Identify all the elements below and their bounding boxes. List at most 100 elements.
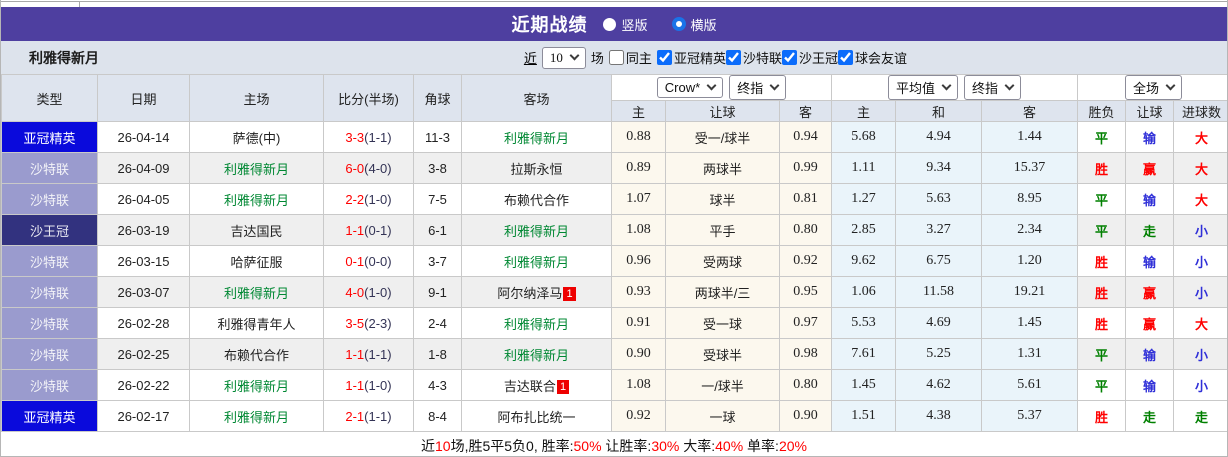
asia-away-odds: 0.80	[778, 214, 833, 246]
europe-away-odds: 2.34	[981, 214, 1079, 246]
asia-handicap: 球半	[665, 183, 780, 215]
near-link[interactable]: 近	[524, 48, 537, 67]
chevron-down-icon	[569, 50, 580, 61]
league-type-cell: 沙特联	[1, 183, 98, 215]
europe-home-odds: 1.51	[831, 400, 897, 432]
league-filter-checkbox[interactable]	[656, 50, 672, 65]
handicap-result-cell: 走	[1125, 214, 1175, 246]
half-time-score: (1-1)	[364, 408, 392, 424]
asia-away-odds: 0.92	[778, 245, 833, 277]
sub-header-asia-away: 客	[778, 100, 833, 122]
asia-bookmaker-select[interactable]: Crow*	[656, 77, 724, 98]
goals-result-cell: 走	[1173, 400, 1227, 432]
goals-result-cell: 小	[1173, 338, 1227, 370]
goals-result-cell: 小	[1173, 214, 1227, 246]
sub-header-result: 胜负	[1077, 100, 1127, 122]
corners-cell: 8-4	[413, 400, 462, 432]
top-divider-tick	[79, 1, 80, 7]
league-filter-checkbox[interactable]	[725, 50, 741, 65]
league-type-cell: 沙特联	[1, 307, 98, 339]
asia-stage-select[interactable]: 终指	[729, 75, 787, 100]
result-cell: 平	[1077, 121, 1127, 153]
chevron-down-icon	[706, 80, 717, 91]
asia-away-odds: 0.90	[778, 400, 833, 432]
away-team: 阿布扎比统一	[461, 400, 612, 432]
europe-draw-odds: 4.94	[895, 121, 983, 153]
asia-home-odds: 0.90	[611, 338, 666, 370]
match-date: 26-02-28	[97, 307, 190, 339]
home-team: 吉达国民	[189, 214, 324, 246]
league-type-cell: 沙特联	[1, 152, 98, 184]
europe-home-odds: 1.27	[831, 183, 897, 215]
result-cell: 平	[1077, 183, 1127, 215]
asia-away-odds: 0.97	[778, 307, 833, 339]
goals-result-cell: 大	[1173, 152, 1227, 184]
league-filter-checkbox[interactable]	[781, 50, 797, 65]
same-home-checkbox-input[interactable]	[608, 50, 624, 65]
full-time-score: 3-5	[345, 315, 365, 331]
summary-segment: 单率:	[743, 438, 779, 454]
europe-away-odds: 1.45	[981, 307, 1079, 339]
corners-cell: 1-8	[413, 338, 462, 370]
layout-radio-horizontal-label: 横版	[690, 17, 717, 33]
match-count-select[interactable]: 10	[541, 46, 586, 69]
asia-handicap: 两球半	[665, 152, 780, 184]
handicap-result-cell: 赢	[1125, 276, 1175, 308]
league-filter-label: 球会友谊	[854, 51, 907, 66]
home-team: 利雅得新月	[189, 183, 324, 215]
away-team: 吉达联合 1	[461, 369, 612, 401]
summary-segment: 50%	[573, 438, 602, 454]
match-row: 沙特联 26-04-05 利雅得新月 2-2(1-0) 7-5 布赖代合作 1.07 球半 0.…	[1, 183, 1227, 215]
score-cell: 1-1(0-1)	[323, 214, 414, 246]
corners-cell: 3-8	[413, 152, 462, 184]
away-team: 布赖代合作	[461, 183, 612, 215]
layout-radio-vertical-label: 竖版	[621, 17, 648, 33]
goals-result-cell: 小	[1173, 276, 1227, 308]
league-filter-checkbox[interactable]	[837, 50, 853, 65]
scope-select[interactable]: 全场	[1125, 75, 1183, 100]
results-tbody: 亚冠精英 26-04-14 萨德(中) 3-3(1-1) 11-3 利雅得新月 0.88 受一…	[1, 121, 1227, 432]
layout-radio-vertical[interactable]: 竖版	[603, 15, 648, 34]
same-home-checkbox[interactable]: 同主	[608, 48, 652, 67]
full-time-score: 1-1	[345, 222, 365, 238]
away-team: 拉斯永恒	[461, 152, 612, 184]
sub-header-asia-handicap: 让球	[665, 100, 780, 122]
home-team: 利雅得新月	[189, 152, 324, 184]
score-cell: 1-1(1-1)	[323, 338, 414, 370]
scope-group-header: 全场	[1077, 74, 1227, 101]
full-time-score: 1-1	[345, 377, 365, 393]
match-date: 26-02-25	[97, 338, 190, 370]
match-row: 沙特联 26-03-15 哈萨征服 0-1(0-0) 3-7 利雅得新月 0.96 受两球 0.…	[1, 245, 1227, 277]
asia-home-odds: 0.93	[611, 276, 666, 308]
layout-radio-horizontal[interactable]: 横版	[671, 15, 717, 34]
league-filter-label: 沙王冠	[798, 51, 838, 66]
league-filter-1[interactable]: 沙特联	[725, 48, 782, 67]
home-team: 哈萨征服	[189, 245, 324, 277]
sub-header-europe-draw: 和	[895, 100, 983, 122]
league-type-cell: 沙王冠	[1, 214, 98, 246]
league-filter-2[interactable]: 沙王冠	[781, 48, 838, 67]
league-filter-0[interactable]: 亚冠精英	[656, 48, 726, 67]
result-cell: 平	[1077, 369, 1127, 401]
league-filter-3[interactable]: 球会友谊	[837, 48, 907, 67]
match-row: 沙特联 26-02-28 利雅得青年人 3-5(2-3) 2-4 利雅得新月 0.91 受一球…	[1, 307, 1227, 339]
europe-stage-select[interactable]: 终指	[964, 75, 1022, 100]
europe-away-odds: 1.44	[981, 121, 1079, 153]
half-time-score: (0-0)	[364, 253, 392, 269]
match-count-value: 10	[549, 49, 563, 65]
asia-handicap: 两球半/三	[665, 276, 780, 308]
full-time-score: 2-2	[345, 191, 365, 207]
asia-home-odds: 0.92	[611, 400, 666, 432]
home-team: 利雅得青年人	[189, 307, 324, 339]
europe-away-odds: 15.37	[981, 152, 1079, 184]
europe-home-odds: 5.68	[831, 121, 897, 153]
asia-stage-value: 终指	[737, 81, 764, 96]
red-card-badge: 1	[563, 286, 576, 301]
europe-home-odds: 5.53	[831, 307, 897, 339]
handicap-result-cell: 赢	[1125, 152, 1175, 184]
league-type-cell: 沙特联	[1, 338, 98, 370]
europe-bookmaker-select[interactable]: 平均值	[888, 75, 959, 100]
half-time-score: (4-0)	[364, 160, 392, 176]
asia-away-odds: 0.95	[778, 276, 833, 308]
summary-segment: 30%	[651, 438, 680, 454]
